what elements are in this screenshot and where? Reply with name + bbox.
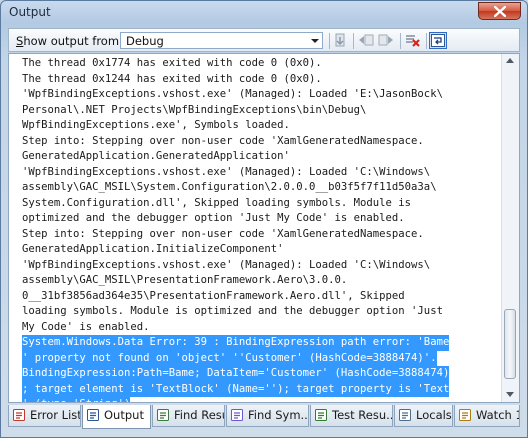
output-line-selected: ; target element is 'TextBlock' (Name=''… [22,381,450,397]
tab-label: Locals [416,408,452,422]
output-line: WpfBindingExceptions.exe', Symbols loade… [22,119,290,131]
locals-icon [399,409,411,421]
output-line: assembly\GAC_MSIL\PresentationFramework.… [22,274,348,286]
previous-message-button[interactable] [357,32,375,49]
word-wrap-icon [431,34,445,47]
scrollbar-thumb[interactable] [504,309,516,379]
tab-label: Watch 1 [476,408,520,422]
output-line: My Code' is enabled. [22,320,150,333]
output-line-selected: System.Windows.Data Error: 39 : BindingE… [22,335,450,351]
output-source-value: Debug [126,34,164,48]
output-line: GeneratedApplication.GeneratedApplicatio… [22,150,290,162]
go-to-line-icon [335,33,345,47]
tab-label: Error List [30,408,81,422]
output-line: GeneratedApplication.InitializeComponent… [22,243,284,255]
output-icon [87,409,99,421]
toolbar-separator [353,33,354,49]
output-line: System.Configuration.dll', Skipped loadi… [22,196,412,209]
output-line: assembly\GAC_MSIL\System.Configuration\2… [22,181,437,193]
next-message-button[interactable] [377,32,395,49]
toggle-word-wrap-button[interactable] [429,32,447,49]
scroll-up-icon[interactable] [506,58,514,63]
close-icon [494,6,506,17]
output-line: The thread 0x1774 has exited with code 0… [22,57,322,69]
output-line: 'WpfBindingExceptions.vshost.exe' (Manag… [22,88,443,100]
output-line: Step into: Stepping over non-user code '… [22,227,424,240]
chevron-down-icon [311,39,319,43]
tab-watch-1[interactable]: Watch 1 [454,405,520,427]
toolbar-separator [400,33,401,49]
output-line-selected: ' (type 'String') [22,397,131,402]
go-to-line-button[interactable] [331,32,349,49]
toolbar-separator [329,33,330,49]
tab-label: Output [104,408,144,422]
output-toolbar: Show output from: Debug [8,28,520,52]
tab-label: Test Resu... [332,408,393,422]
tab-test-resu[interactable]: Test Resu... [310,405,393,427]
output-line: 'WpfBindingExceptions.vshost.exe' (Manag… [22,165,431,178]
scroll-down-icon[interactable] [506,392,514,397]
show-output-from-label: Show output from: [16,34,123,48]
tab-find-resu[interactable]: Find Resu... [152,405,225,427]
tab-label: Find Sym... [248,408,309,422]
error-list-icon [13,409,25,421]
tab-error-list[interactable]: Error List [8,405,81,427]
output-line: 'WpfBindingExceptions.vshost.exe' (Manag… [22,258,431,271]
tab-find-sym[interactable]: Find Sym... [226,405,309,427]
test-results-icon [315,409,327,421]
output-line: Personal\.NET Projects\WpfBindingExcepti… [22,103,367,116]
toolbar-separator [426,33,427,49]
output-source-select[interactable]: Debug [120,32,323,49]
tab-locals[interactable]: Locals [394,405,453,427]
output-line: 0__31bf3856ad364e35\PresentationFramewor… [22,289,405,302]
vertical-scrollbar[interactable] [501,54,519,402]
tab-label: Find Resu... [174,408,224,422]
previous-message-icon [359,34,374,46]
window-title: Output [9,5,51,19]
output-pane[interactable]: The thread 0x1774 has exited with code 0… [8,53,520,403]
watch-icon [459,409,471,421]
title-bar[interactable]: Output [1,1,527,25]
close-button[interactable] [478,2,521,20]
output-line: Step into: Stepping over non-user code '… [22,134,424,147]
next-message-icon [378,34,393,46]
output-text[interactable]: The thread 0x1774 has exited with code 0… [22,56,497,402]
tool-window-tabs: Error List Output Find Resu... Find Sym... T… [8,405,522,431]
clear-all-icon [406,35,420,47]
output-line: loading symbols. Module is optimized and… [22,305,443,317]
output-window: Output Show output from: Debug The threa… [0,0,528,438]
find-results-icon [157,409,169,421]
clear-all-button[interactable] [404,32,422,49]
output-line: The thread 0x1244 has exited with code 0… [22,72,322,85]
output-line-selected: BindingExpression:Path=Bame; DataItem='C… [22,366,450,382]
find-symbol-icon [231,409,243,421]
output-line: optimized and the debugger option 'Just … [22,212,405,224]
tab-output[interactable]: Output [82,405,151,429]
output-line-selected: ' property not found on 'object' ''Custo… [22,350,437,366]
